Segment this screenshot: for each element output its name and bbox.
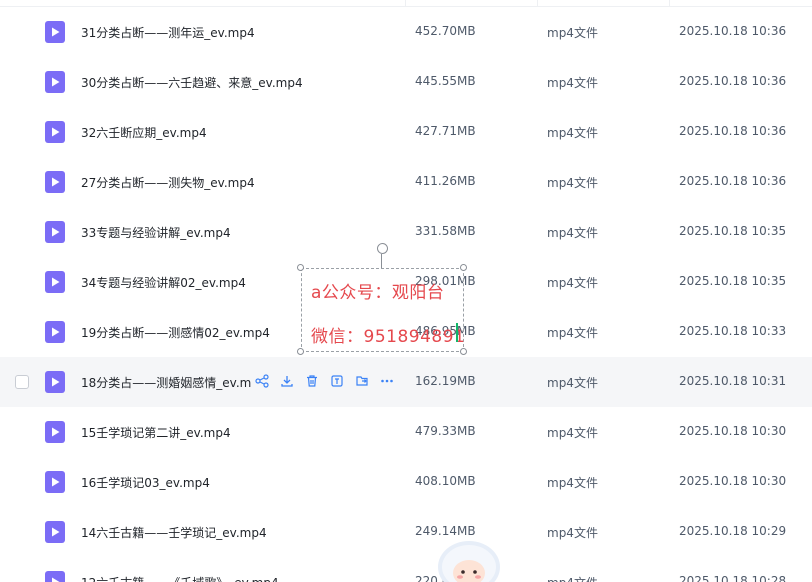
file-modified-date: 2025.10.18 10:36 xyxy=(679,74,787,88)
file-name[interactable]: 31分类占断——测年运_ev.mp4 xyxy=(81,24,255,41)
file-type: mp4文件 xyxy=(547,426,598,440)
file-name[interactable]: 19分类占断——测感情02_ev.mp4 xyxy=(81,324,270,341)
file-row[interactable]: 15壬学琐记第二讲_ev.mp4 479.33MB mp4文件 2025.10.18 … xyxy=(0,407,812,457)
video-file-icon xyxy=(45,521,65,543)
text-caret xyxy=(456,323,458,342)
file-size: 427.71MB xyxy=(415,124,476,138)
file-row[interactable]: 27分类占断——测失物_ev.mp4 411.26MB mp4文件 2025.10.1… xyxy=(0,157,812,207)
watermark-text-line1[interactable]: a公众号：观阳台 xyxy=(311,278,444,303)
file-type: mp4文件 xyxy=(547,326,598,340)
video-file-icon xyxy=(45,571,65,582)
video-file-icon xyxy=(45,71,65,93)
file-modified-date: 2025.10.18 10:36 xyxy=(679,24,787,38)
file-name[interactable]: 27分类占断——测失物_ev.mp4 xyxy=(81,174,255,191)
file-size: 331.58MB xyxy=(415,224,476,238)
video-file-icon xyxy=(45,171,65,193)
file-size: 162.19MB xyxy=(415,374,476,388)
row-actions xyxy=(254,373,395,391)
file-modified-date: 2025.10.18 10:28 xyxy=(679,574,787,582)
file-type: mp4文件 xyxy=(547,76,598,90)
file-size: 479.33MB xyxy=(415,424,476,438)
file-type: mp4文件 xyxy=(547,476,598,490)
file-modified-date: 2025.10.18 10:29 xyxy=(679,524,787,538)
video-file-icon xyxy=(45,421,65,443)
file-name[interactable]: 18分类占——测婚姻感情_ev.mp4 xyxy=(81,374,251,391)
file-name[interactable]: 30分类占断——六壬趋避、来意_ev.mp4 xyxy=(81,74,303,91)
file-row[interactable]: 33专题与经验讲解_ev.mp4 331.58MB mp4文件 2025.10.18 … xyxy=(0,207,812,257)
file-row[interactable]: 16壬学琐记03_ev.mp4 408.10MB mp4文件 2025.10.18 1… xyxy=(0,457,812,507)
watermark-text-line2[interactable]: 微信：951894891 xyxy=(311,322,465,347)
rename-icon[interactable] xyxy=(329,373,345,389)
file-row[interactable]: 30分类占断——六壬趋避、来意_ev.mp4 445.55MB mp4文件 2025.… xyxy=(0,57,812,107)
file-name[interactable]: 14六壬古籍——壬学琐记_ev.mp4 xyxy=(81,524,267,541)
file-type: mp4文件 xyxy=(547,226,598,240)
video-file-icon xyxy=(45,471,65,493)
row-checkbox[interactable] xyxy=(15,375,29,389)
file-type: mp4文件 xyxy=(547,376,598,390)
watermark-rotate-handle[interactable] xyxy=(377,243,388,254)
column-header-dividers xyxy=(0,0,812,7)
file-row[interactable]: 18分类占——测婚姻感情_ev.mp4 162.19MB mp4文件 2025.10.… xyxy=(0,357,812,407)
file-modified-date: 2025.10.18 10:30 xyxy=(679,424,787,438)
file-size: 445.55MB xyxy=(415,74,476,88)
file-type: mp4文件 xyxy=(547,176,598,190)
file-type: mp4文件 xyxy=(547,26,598,40)
video-file-icon xyxy=(45,321,65,343)
more-icon[interactable] xyxy=(379,373,395,389)
file-modified-date: 2025.10.18 10:36 xyxy=(679,124,787,138)
video-file-icon xyxy=(45,121,65,143)
file-name[interactable]: 33专题与经验讲解_ev.mp4 xyxy=(81,224,231,241)
file-size: 408.10MB xyxy=(415,474,476,488)
file-name[interactable]: 32六壬断应期_ev.mp4 xyxy=(81,124,207,141)
move-icon[interactable] xyxy=(354,373,370,389)
video-file-icon xyxy=(45,371,65,393)
file-name[interactable]: 16壬学琐记03_ev.mp4 xyxy=(81,474,210,491)
file-modified-date: 2025.10.18 10:35 xyxy=(679,274,787,288)
file-modified-date: 2025.10.18 10:33 xyxy=(679,324,787,338)
file-size: 249.14MB xyxy=(415,524,476,538)
download-icon[interactable] xyxy=(279,373,295,389)
file-size: 411.26MB xyxy=(415,174,476,188)
file-modified-date: 2025.10.18 10:36 xyxy=(679,174,787,188)
file-row[interactable]: 31分类占断——测年运_ev.mp4 452.70MB mp4文件 2025.10.1… xyxy=(0,7,812,57)
file-type: mp4文件 xyxy=(547,526,598,540)
video-file-icon xyxy=(45,221,65,243)
file-size: 452.70MB xyxy=(415,24,476,38)
watermark-resize-handle[interactable] xyxy=(460,348,467,355)
file-row[interactable]: 32六壬断应期_ev.mp4 427.71MB mp4文件 2025.10.18 10… xyxy=(0,107,812,157)
video-file-icon xyxy=(45,21,65,43)
delete-icon[interactable] xyxy=(304,373,320,389)
file-row[interactable]: 12六壬古籍——《壬域歌》_ev.mp4220.00MBmp4文件2025.10… xyxy=(0,557,812,582)
file-modified-date: 2025.10.18 10:30 xyxy=(679,474,787,488)
file-type: mp4文件 xyxy=(547,574,598,582)
video-file-icon xyxy=(45,271,65,293)
watermark-resize-handle[interactable] xyxy=(460,264,467,271)
file-name[interactable]: 15壬学琐记第二讲_ev.mp4 xyxy=(81,424,231,441)
mascot-avatar xyxy=(438,541,500,582)
file-modified-date: 2025.10.18 10:31 xyxy=(679,374,787,388)
file-name[interactable]: 34专题与经验讲解02_ev.mp4 xyxy=(81,274,246,291)
watermark-resize-handle[interactable] xyxy=(297,264,304,271)
watermark-rotate-stem xyxy=(381,254,382,268)
file-type: mp4文件 xyxy=(547,126,598,140)
file-name[interactable]: 12六壬古籍——《壬域歌》_ev.mp4 xyxy=(81,574,279,582)
file-modified-date: 2025.10.18 10:35 xyxy=(679,224,787,238)
file-type: mp4文件 xyxy=(547,276,598,290)
watermark-resize-handle[interactable] xyxy=(297,348,304,355)
share-icon[interactable] xyxy=(254,373,270,389)
file-row[interactable]: 14六壬古籍——壬学琐记_ev.mp4 249.14MB mp4文件 2025.10.… xyxy=(0,507,812,557)
